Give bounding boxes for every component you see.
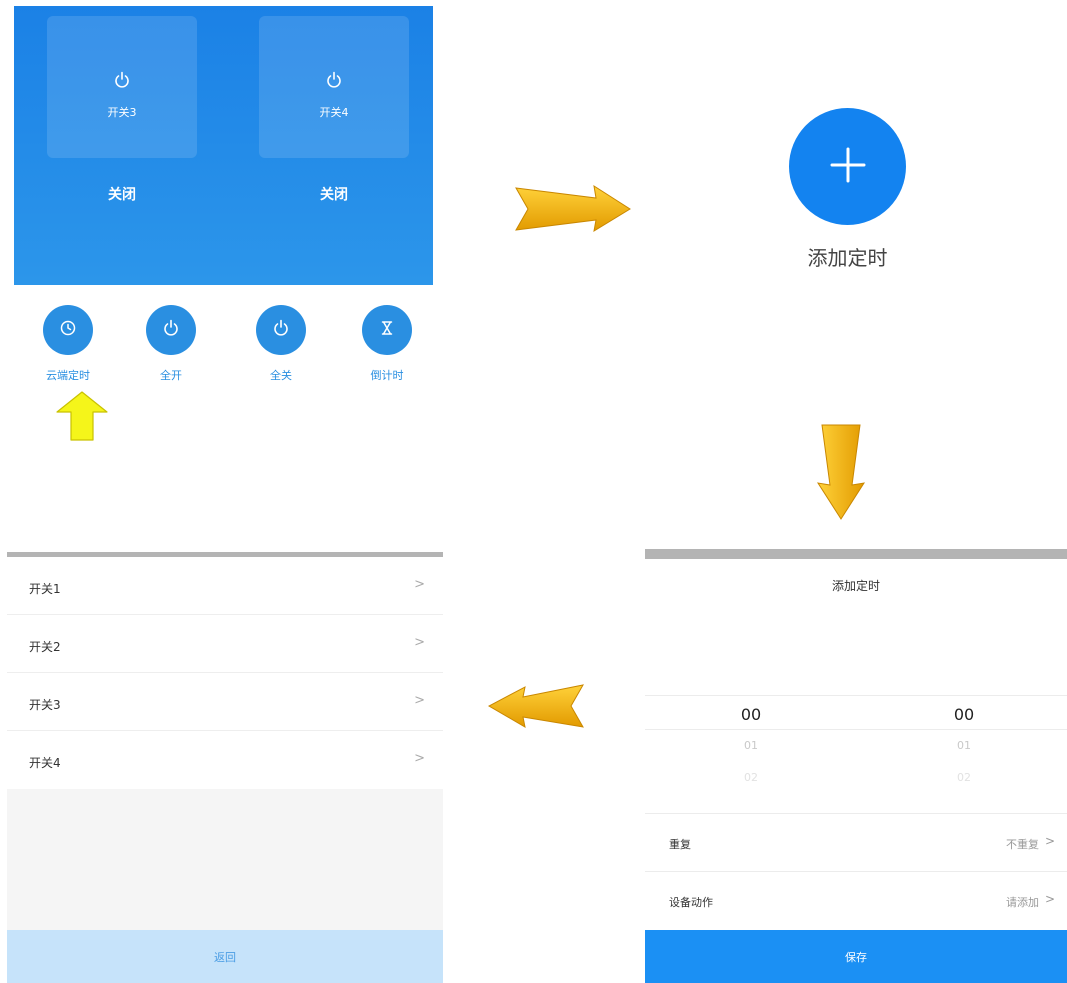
all-off-button[interactable]: 全关 xyxy=(241,305,321,383)
all-on-button[interactable]: 全开 xyxy=(131,305,211,383)
repeat-row[interactable]: 重复 不重复 > xyxy=(645,821,1067,865)
device-action-label: 设备动作 xyxy=(669,896,713,909)
minute-option[interactable]: 02 xyxy=(924,771,1004,784)
action-label: 全关 xyxy=(270,369,292,382)
action-label: 倒计时 xyxy=(370,369,404,382)
power-icon xyxy=(273,319,289,341)
chevron-right-icon: > xyxy=(414,635,425,650)
action-label: 全开 xyxy=(160,369,182,382)
switch-tile-4[interactable]: 开关4 xyxy=(259,16,409,158)
chevron-right-icon: > xyxy=(414,751,425,766)
switch-tiles-area: 开关3 开关4 关闭 关闭 xyxy=(14,6,433,285)
down-arrow-icon xyxy=(816,423,866,525)
chevron-right-icon: > xyxy=(414,693,425,708)
repeat-label: 重复 xyxy=(669,838,691,851)
up-arrow-icon xyxy=(54,390,110,446)
switch-state-4: 关闭 xyxy=(320,187,348,203)
list-item-label: 开关1 xyxy=(29,582,61,596)
list-item[interactable]: 开关3 > xyxy=(7,673,443,731)
minute-selected[interactable]: 00 xyxy=(924,705,1004,724)
hourglass-icon xyxy=(379,320,395,340)
hour-option[interactable]: 01 xyxy=(711,739,791,752)
back-button[interactable]: 返回 xyxy=(7,930,443,983)
action-label: 云端定时 xyxy=(46,369,90,382)
list-item[interactable]: 开关1 > xyxy=(7,557,443,615)
switch-tile-label: 开关3 xyxy=(107,106,137,119)
add-timer-label: 添加定时 xyxy=(807,246,888,270)
save-button[interactable]: 保存 xyxy=(645,930,1067,983)
list-item-label: 开关4 xyxy=(29,756,61,770)
hour-option[interactable]: 02 xyxy=(711,771,791,784)
left-arrow-icon xyxy=(487,683,585,733)
clock-icon xyxy=(59,319,77,341)
list-item-label: 开关2 xyxy=(29,640,61,654)
device-action-row[interactable]: 设备动作 请添加 > xyxy=(645,879,1067,923)
status-bar xyxy=(645,549,1067,559)
power-icon xyxy=(326,71,342,93)
switch-state-3: 关闭 xyxy=(108,187,136,203)
list-item-label: 开关3 xyxy=(29,698,61,712)
hour-selected[interactable]: 00 xyxy=(711,705,791,724)
minute-option[interactable]: 01 xyxy=(924,739,1004,752)
chevron-right-icon: > xyxy=(414,577,425,592)
list-item[interactable]: 开关2 > xyxy=(7,615,443,673)
countdown-button[interactable]: 倒计时 xyxy=(347,305,427,383)
right-arrow-icon xyxy=(514,184,632,238)
chevron-right-icon: > xyxy=(1044,834,1055,848)
chevron-right-icon: > xyxy=(1044,892,1055,906)
device-action-value: 请添加 xyxy=(1006,896,1039,909)
add-timer-button[interactable] xyxy=(789,108,906,225)
plus-icon xyxy=(828,145,868,189)
power-icon xyxy=(163,319,179,341)
switch-select-screen: 开关1 > 开关2 > 开关3 > 开关4 > 返回 xyxy=(7,552,443,983)
page-title: 添加定时 xyxy=(831,579,880,593)
power-icon xyxy=(114,71,130,93)
list-item[interactable]: 开关4 > xyxy=(7,731,443,789)
switch-tile-3[interactable]: 开关3 xyxy=(47,16,197,158)
switch-list: 开关1 > 开关2 > 开关3 > 开关4 > xyxy=(7,557,443,789)
repeat-value: 不重复 xyxy=(1006,838,1039,851)
add-timer-screen: 添加定时 00 01 02 00 01 02 重复 不重复 > 设备动作 请添加… xyxy=(645,549,1067,983)
switch-tile-label: 开关4 xyxy=(319,106,349,119)
device-screen: 开关3 开关4 关闭 关闭 云端定时 全开 全关 倒计时 xyxy=(14,0,433,470)
cloud-timer-button[interactable]: 云端定时 xyxy=(28,305,108,383)
